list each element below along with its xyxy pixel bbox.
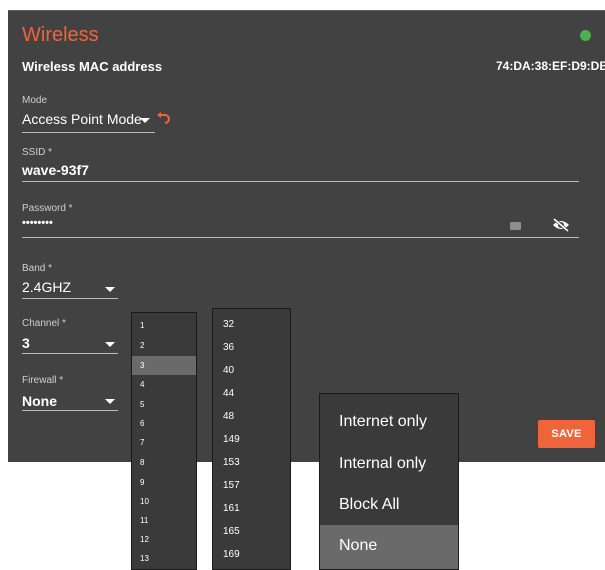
- channel-option[interactable]: 157: [213, 474, 290, 497]
- visibility-off-icon[interactable]: [552, 218, 570, 232]
- band-value: 2.4GHZ: [22, 279, 72, 295]
- channel-option[interactable]: 153: [213, 451, 290, 474]
- password-input[interactable]: ••••••••: [22, 217, 53, 229]
- band-label: Band *: [22, 263, 53, 274]
- password-underline: [22, 237, 579, 238]
- password-label: Password *: [22, 203, 73, 214]
- channel-option[interactable]: 11: [132, 511, 196, 530]
- ssid-underline: [22, 181, 579, 182]
- channel-menu: 1 2 3 4 5 6 7 8 9 10 11 12 13: [131, 312, 197, 570]
- channel-option-selected[interactable]: 3: [132, 356, 196, 375]
- firewall-option-internal-only[interactable]: Internal only: [320, 443, 458, 484]
- mode-label: Mode: [22, 95, 48, 106]
- channel-option[interactable]: 10: [132, 492, 196, 511]
- channel-option[interactable]: 32: [213, 313, 290, 336]
- mode-underline: [22, 132, 155, 133]
- channel-underline: [22, 353, 118, 354]
- channel-option[interactable]: 8: [132, 453, 196, 472]
- firewall-underline: [22, 410, 118, 411]
- channel-option[interactable]: 6: [132, 414, 196, 433]
- firewall-menu: Internet only Internal only Block All No…: [319, 393, 459, 570]
- firewall-value: None: [22, 393, 57, 409]
- status-indicator: [580, 30, 591, 41]
- channel-option[interactable]: 1: [132, 316, 196, 335]
- chevron-down-icon: [140, 118, 150, 123]
- page-title: Wireless: [22, 24, 99, 46]
- channel-option[interactable]: 40: [213, 359, 290, 382]
- channel-option[interactable]: 149: [213, 428, 290, 451]
- keyboard-icon: [510, 222, 521, 230]
- channel-option[interactable]: 4: [132, 375, 196, 394]
- channel-option[interactable]: 9: [132, 473, 196, 492]
- channel-option[interactable]: 2: [132, 336, 196, 355]
- wireless-card: Wireless Wireless MAC address 74:DA:38:E…: [8, 10, 605, 462]
- channel-option[interactable]: 161: [213, 497, 290, 520]
- channel-option[interactable]: 165: [213, 520, 290, 543]
- chevron-down-icon: [105, 287, 115, 292]
- chevron-down-icon: [105, 342, 115, 347]
- channel-option[interactable]: 36: [213, 336, 290, 359]
- channel-option[interactable]: 12: [132, 530, 196, 549]
- mac-address-value: 74:DA:38:EF:D9:DB: [496, 59, 605, 73]
- channel-option[interactable]: 169: [213, 543, 290, 566]
- firewall-label: Firewall *: [22, 375, 64, 386]
- band-underline: [22, 298, 118, 299]
- save-button[interactable]: SAVE: [538, 420, 595, 448]
- channel-menu-5g: 32 36 40 44 48 149 153 157 161 165 169: [212, 308, 291, 570]
- mac-address-label: Wireless MAC address: [22, 59, 163, 74]
- firewall-option-none[interactable]: None: [320, 525, 458, 569]
- channel-label: Channel *: [22, 318, 66, 329]
- channel-option[interactable]: 44: [213, 382, 290, 405]
- ssid-input[interactable]: wave-93f7: [22, 162, 89, 178]
- undo-icon[interactable]: [156, 112, 170, 124]
- mode-value: Access Point Mode: [22, 111, 142, 127]
- ssid-label: SSID *: [22, 147, 53, 158]
- channel-value: 3: [22, 335, 30, 351]
- channel-option[interactable]: 13: [132, 549, 196, 568]
- channel-option[interactable]: 7: [132, 433, 196, 452]
- chevron-down-icon: [105, 399, 115, 404]
- channel-option[interactable]: 5: [132, 395, 196, 414]
- channel-option[interactable]: 48: [213, 405, 290, 428]
- firewall-option-internet-only[interactable]: Internet only: [320, 401, 458, 442]
- firewall-option-block-all[interactable]: Block All: [320, 484, 458, 525]
